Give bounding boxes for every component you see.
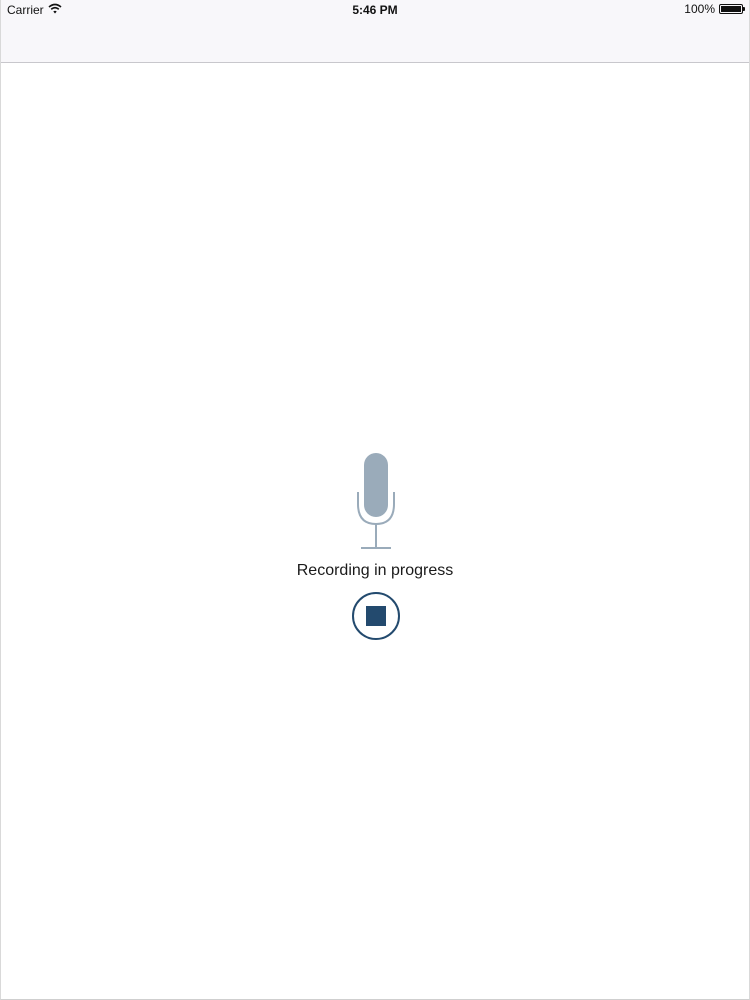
recorder-view: Recording in progress xyxy=(1,64,749,999)
stop-recording-button[interactable] xyxy=(352,592,400,640)
stop-icon xyxy=(366,606,386,626)
battery-percent: 100% xyxy=(684,2,715,16)
battery-level-fill xyxy=(721,6,741,12)
status-bar: Carrier 5:46 PM 100% xyxy=(1,0,749,20)
recording-status-label: Recording in progress xyxy=(296,562,454,579)
navigation-bar xyxy=(1,20,749,63)
app-screen: Carrier 5:46 PM 100% Recording in progre… xyxy=(0,0,750,1000)
microphone-icon xyxy=(354,452,398,550)
status-right: 100% xyxy=(684,2,745,16)
status-time: 5:46 PM xyxy=(352,3,398,17)
battery-icon xyxy=(719,4,745,14)
